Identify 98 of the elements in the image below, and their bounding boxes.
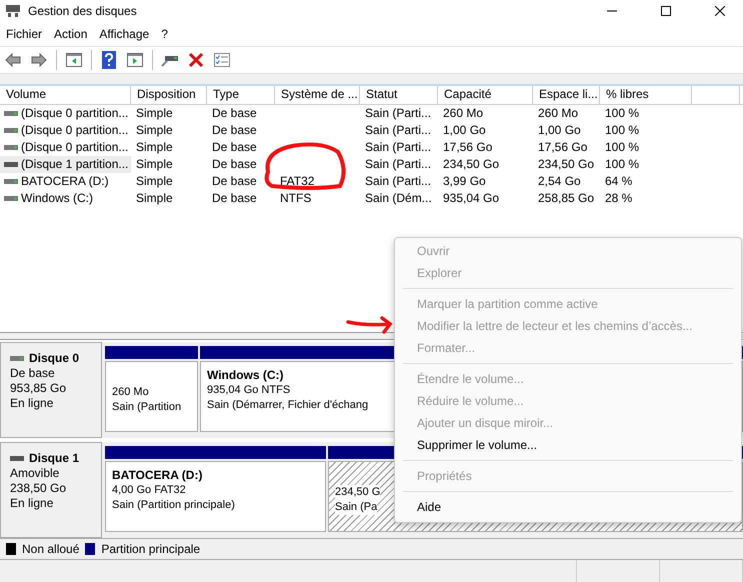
- table-cell-text: Sain (Parti...: [364, 122, 432, 139]
- table-cell-text: 234,50 Go: [537, 156, 596, 173]
- drive-icon: [4, 160, 18, 168]
- drive-icon: [4, 110, 18, 117]
- table-cell-text: Sain (Dém...: [364, 190, 433, 207]
- disk-info: En ligne: [10, 496, 54, 512]
- window-title: Gestion des disques: [28, 4, 138, 18]
- column-header[interactable]: Volume: [0, 86, 131, 104]
- volume-cell[interactable]: (Disque 1 partition...: [0, 156, 131, 173]
- close-icon: [715, 6, 725, 16]
- table-cell-text: Sain (Parti...: [364, 104, 432, 122]
- table-cell-text: 100 %: [604, 138, 640, 156]
- disk-name: Disque 1: [10, 451, 101, 466]
- column-header[interactable]: Système de ...: [275, 86, 360, 104]
- panel-icon[interactable]: [66, 52, 82, 67]
- table-cell-text: 1,00 Go: [537, 122, 582, 139]
- table-cell-text: Simple: [135, 190, 174, 207]
- disk-info: En ligne: [10, 396, 54, 412]
- legend-label: Non alloué: [22, 542, 80, 556]
- menu-item[interactable]: Affichage: [93, 24, 156, 44]
- hand-drawn-arrow: [346, 316, 392, 334]
- table-cell-text: Simple: [135, 122, 174, 139]
- partition-info: Sain (Partition principale): [112, 498, 235, 514]
- table-cell-text: 64 %: [604, 172, 634, 190]
- table-cell-text: Simple: [135, 138, 174, 156]
- column-header[interactable]: % libres: [600, 86, 692, 104]
- table-cell-text: 100 %: [604, 122, 640, 139]
- help-icon[interactable]: [102, 50, 116, 69]
- partition-info: 234,50 G: [335, 484, 380, 500]
- table-cell-text: 3,99 Go: [442, 172, 487, 190]
- table-cell-text: 1,00 Go: [442, 122, 487, 139]
- table-cell-text: 935,04 Go: [442, 190, 500, 207]
- column-header[interactable]: Capacité: [438, 86, 533, 104]
- table-cell-text: 234,50 Go: [442, 156, 500, 173]
- table-cell-text: De base: [211, 190, 258, 207]
- table-cell-text: FAT32: [279, 172, 316, 190]
- drive-icon: [4, 194, 18, 202]
- table-cell-text: Simple: [135, 156, 174, 173]
- context-menu-item[interactable]: Aide: [395, 496, 442, 518]
- table-cell-text: Sain (Parti...: [364, 172, 432, 190]
- table-cell-text: Sain (Parti...: [364, 156, 432, 173]
- menu-item[interactable]: ?: [155, 24, 174, 44]
- partition-block[interactable]: BATOCERA (D:) 4,00 Go FAT32 Sain (Partition principale): [105, 461, 326, 532]
- panel-icon[interactable]: [127, 52, 143, 67]
- partition-name: Windows (C:): [207, 368, 284, 384]
- table-cell-text: 260 Mo: [537, 104, 580, 122]
- table-cell-text: NTFS: [279, 190, 312, 207]
- context-menu-item[interactable]: Supprimer le volume...: [395, 434, 538, 456]
- table-cell-text: 100 %: [604, 104, 640, 122]
- disk-info: De base: [10, 366, 56, 382]
- legend-label: Partition principale: [101, 542, 200, 556]
- column-header[interactable]: Type: [207, 86, 275, 104]
- partition-info: 4,00 Go FAT32: [112, 483, 186, 498]
- partition-info: Sain (Partition: [112, 400, 182, 415]
- volume-cell[interactable]: (Disque 0 partition...: [0, 104, 131, 122]
- column-header[interactable]: Espace li...: [533, 86, 600, 104]
- drive-icon: [10, 355, 24, 362]
- table-cell-text: De base: [211, 156, 258, 173]
- table-cell-text: 100 %: [604, 156, 640, 173]
- disk-management-icon: [6, 5, 20, 17]
- maximize-icon: [661, 6, 671, 16]
- table-cell-text: 260 Mo: [442, 104, 484, 122]
- table-cell-text: De base: [211, 172, 258, 190]
- table-cell-text: 28 %: [604, 190, 634, 207]
- partition-info: 935,04 Go NTFS: [207, 383, 290, 398]
- partition-block[interactable]: 260 Mo Sain (Partition: [105, 361, 198, 432]
- table-cell-text: Simple: [135, 104, 174, 122]
- table-cell-text: De base: [211, 138, 258, 156]
- partition-info: 260 Mo: [112, 384, 149, 400]
- column-header[interactable]: Statut: [360, 86, 438, 104]
- checklist-icon[interactable]: [214, 52, 230, 67]
- menu-item[interactable]: Action: [48, 24, 94, 44]
- partition-info: Sain (Démarrer, Fichier d'échang: [207, 398, 368, 414]
- table-cell-text: De base: [211, 104, 258, 122]
- disk-info: 238,50 Go: [10, 481, 68, 496]
- column-header[interactable]: Disposition: [131, 86, 207, 104]
- table-cell-text: Sain (Parti...: [364, 138, 432, 156]
- drive-icon: [4, 126, 18, 134]
- volume-cell[interactable]: Windows (C:): [0, 190, 131, 207]
- drive-icon: [10, 455, 24, 462]
- drive-icon: [4, 178, 18, 185]
- partition-name: BATOCERA (D:): [112, 468, 202, 484]
- partition-info: Sain (Pa: [335, 500, 378, 515]
- table-cell-text: 258,85 Go: [537, 190, 596, 207]
- drive-icon: [4, 144, 18, 151]
- table-cell-text: 2,54 Go: [537, 172, 582, 190]
- disk-name: Disque 0: [10, 351, 101, 366]
- table-cell-text: 17,56 Go: [442, 138, 494, 156]
- table-cell-text: 17,56 Go: [537, 138, 588, 156]
- table-cell-text: De base: [211, 122, 258, 139]
- delete-icon[interactable]: [189, 52, 203, 67]
- volume-cell[interactable]: BATOCERA (D:): [0, 172, 131, 190]
- disk-info: 953,85 Go: [10, 381, 68, 396]
- disk-info: Amovible: [10, 466, 60, 482]
- menu-item[interactable]: Fichier: [0, 24, 48, 44]
- volume-cell[interactable]: (Disque 0 partition...: [0, 138, 131, 156]
- table-cell-text: Simple: [135, 172, 174, 190]
- volume-cell[interactable]: (Disque 0 partition...: [0, 122, 131, 139]
